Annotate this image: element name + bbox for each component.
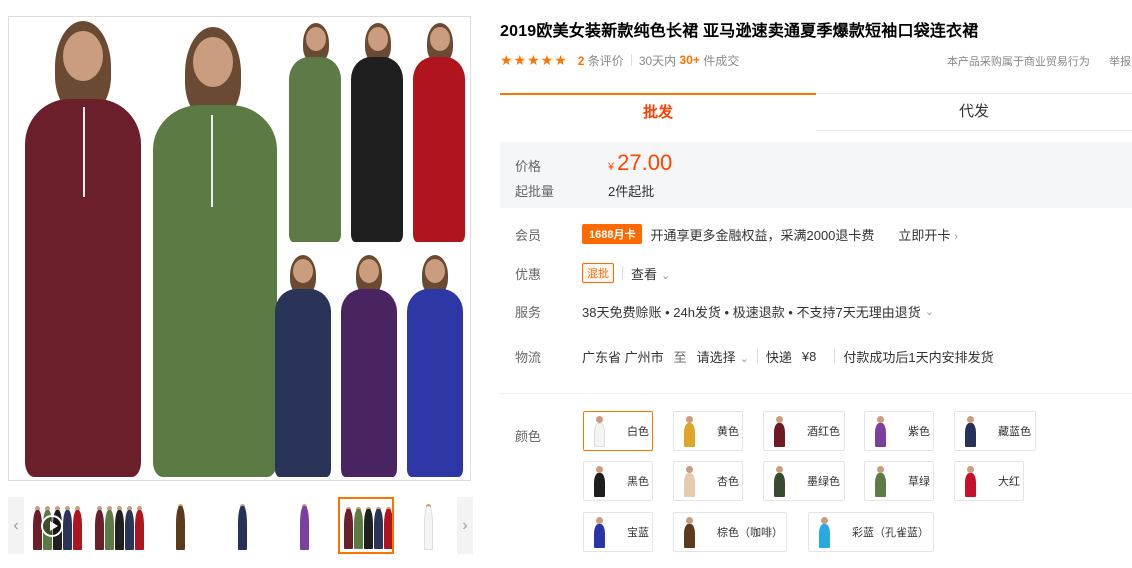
color-option[interactable]: 大红	[954, 461, 1024, 501]
color-option-label: 大红	[998, 476, 1020, 488]
destination-select[interactable]: 请选择 ⌄	[697, 347, 749, 366]
color-option[interactable]: 彩蓝（孔雀蓝）	[808, 512, 934, 552]
purchase-mode-tabs: 批发 代发	[500, 93, 1132, 131]
color-option[interactable]: 酒红色	[763, 411, 845, 451]
divider	[630, 54, 632, 66]
product-title: 2019欧美女装新款纯色长裙 亚马逊速卖通夏季爆款短袖口袋连衣裙	[500, 23, 979, 40]
express-label: 快递	[765, 349, 792, 365]
color-label: 颜色	[515, 429, 542, 444]
color-option-label: 彩蓝（孔雀蓝）	[852, 527, 929, 539]
color-option-label: 宝蓝	[627, 527, 649, 539]
chevron-right-icon: ›	[954, 230, 959, 243]
thumbnail[interactable]	[400, 497, 456, 554]
chevron-right-icon[interactable]: ›	[457, 497, 473, 554]
review-link[interactable]: 2 条评价	[578, 52, 624, 69]
color-thumbnail	[587, 464, 613, 498]
thumbnail[interactable]	[214, 497, 270, 554]
color-option[interactable]: 白色	[583, 411, 653, 451]
model-royal-blue-dress	[403, 253, 467, 480]
moq-value: 2件起批	[608, 184, 655, 199]
report-link[interactable]: 举报	[1109, 56, 1131, 68]
color-option-label: 白色	[627, 426, 649, 438]
color-thumbnail	[868, 464, 894, 498]
chevron-down-icon: ⌄	[661, 269, 671, 282]
thumbnail[interactable]	[276, 497, 332, 554]
color-option[interactable]: 藏蓝色	[954, 411, 1036, 451]
thumbnail[interactable]	[338, 497, 394, 554]
member-benefit-text: 开通享更多金融权益，采满2000退卡费	[650, 227, 875, 243]
color-option[interactable]: 紫色	[864, 411, 934, 451]
color-thumbnail	[958, 464, 984, 498]
color-option[interactable]: 草绿	[864, 461, 934, 501]
trade-note: 本产品采购属于商业贸易行为	[946, 56, 1090, 68]
rating-row: ★★★★★ 2 条评价 30天内 30+ 件成交 本产品采购属于商业贸易行为 举…	[500, 51, 1131, 69]
chevron-down-icon: ⌄	[739, 352, 749, 365]
color-thumbnail	[677, 414, 703, 448]
section-divider	[500, 393, 1132, 394]
color-option[interactable]: 杏色	[673, 461, 743, 501]
model-green-dress	[149, 17, 284, 480]
model-black-dress	[347, 21, 407, 246]
model-navy-dress	[271, 253, 335, 480]
thumbnail-strip: ‹ ›	[8, 497, 473, 554]
model-grass-green-dress	[285, 21, 345, 246]
color-option-label: 草绿	[908, 476, 930, 488]
price-box: 价格 ¥27.00 起批量 2件起批	[500, 142, 1132, 208]
color-option-label: 紫色	[908, 426, 930, 438]
moq-label: 起批量	[515, 184, 555, 199]
divider	[756, 349, 758, 363]
color-thumbnail	[677, 515, 703, 549]
shipping-fee: ¥8	[801, 348, 817, 364]
color-option-label: 黑色	[627, 476, 649, 488]
color-thumbnail	[958, 414, 984, 448]
color-option-label: 黄色	[717, 426, 739, 438]
price-value: ¥27.00	[608, 150, 673, 175]
color-option[interactable]: 黑色	[583, 461, 653, 501]
chevron-left-icon[interactable]: ‹	[8, 497, 24, 554]
monthly-card-badge: 1688月卡	[582, 224, 643, 244]
color-thumbnail	[587, 515, 613, 549]
color-thumbnail	[767, 414, 793, 448]
model-burgundy-dress	[17, 17, 147, 480]
color-option[interactable]: 棕色（咖啡）	[673, 512, 787, 552]
color-option[interactable]: 黄色	[673, 411, 743, 451]
service-text: 38天免费赊账 • 24h发货 • 极速退款 • 不支持7天无理由退货	[582, 304, 921, 320]
promo-row: 优惠 混批 查看 ⌄	[515, 263, 670, 283]
star-rating-icon: ★★★★★	[500, 51, 568, 68]
color-option-label: 酒红色	[807, 426, 840, 438]
mixed-batch-badge: 混批	[582, 263, 614, 283]
color-thumbnail	[767, 464, 793, 498]
color-option[interactable]: 宝蓝	[583, 512, 653, 552]
color-option-label: 杏色	[717, 476, 739, 488]
ship-origin: 广东省 广州市	[582, 349, 664, 365]
ship-time-note: 付款成功后1天内安排发货	[843, 349, 994, 365]
play-icon[interactable]	[41, 515, 63, 537]
open-card-link[interactable]: 立即开卡 ›	[898, 225, 958, 244]
main-product-image[interactable]	[8, 16, 471, 481]
logistics-row: 物流 广东省 广州市 至 请选择 ⌄ 快递 ¥8 付款成功后1天内安排发货	[515, 347, 994, 366]
member-row: 会员 1688月卡 开通享更多金融权益，采满2000退卡费 立即开卡 ›	[515, 224, 958, 244]
tab-wholesale[interactable]: 批发	[500, 93, 816, 131]
color-option-label: 棕色（咖啡）	[717, 527, 783, 539]
divider	[834, 349, 836, 363]
model-red-dress	[409, 21, 469, 246]
color-thumbnail	[868, 414, 894, 448]
color-thumbnail	[812, 515, 838, 549]
tab-dropship[interactable]: 代发	[816, 93, 1132, 131]
thumbnail[interactable]	[28, 497, 84, 554]
thumbnail[interactable]	[152, 497, 208, 554]
color-option[interactable]: 墨绿色	[763, 461, 845, 501]
price-label: 价格	[515, 159, 542, 174]
divider	[622, 266, 623, 280]
thumbnail[interactable]	[90, 497, 146, 554]
chevron-down-icon[interactable]: ⌄	[925, 305, 934, 318]
thumbnail-list	[28, 497, 456, 554]
color-option-label: 藏蓝色	[998, 426, 1031, 438]
view-promo-link[interactable]: 查看 ⌄	[631, 264, 670, 283]
color-thumbnail	[677, 464, 703, 498]
service-row: 服务 38天免费赊账 • 24h发货 • 极速退款 • 不支持7天无理由退货 ⌄	[515, 301, 934, 321]
model-purple-dress	[337, 253, 401, 480]
color-option-label: 墨绿色	[807, 476, 840, 488]
color-thumbnail	[587, 414, 613, 448]
